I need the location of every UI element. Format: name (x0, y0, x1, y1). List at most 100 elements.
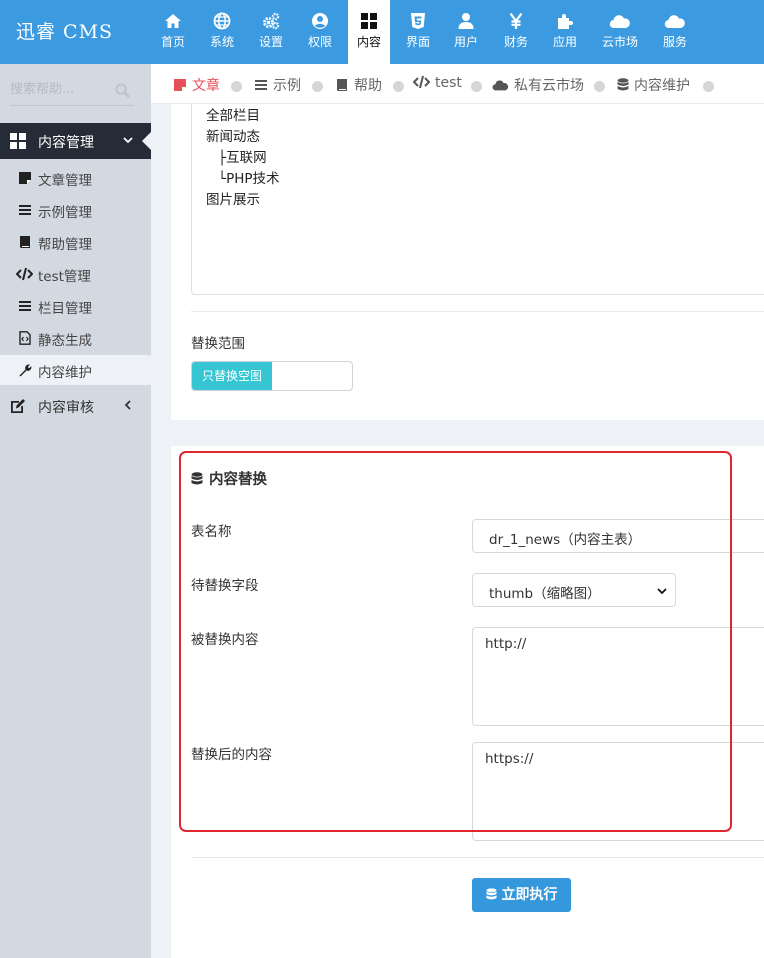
sidebar-item-test[interactable]: test管理 (0, 259, 151, 289)
nav-label: 首页 (160, 35, 185, 49)
chevron-down-icon (123, 137, 133, 144)
cloud-icon (492, 80, 509, 91)
sidebar-item-label: test管理 (38, 269, 91, 285)
replace-scope-toggle[interactable]: 只替换空图 (191, 361, 353, 391)
code-icon (16, 267, 33, 281)
sidebar-item-examples[interactable]: 示例管理 (0, 195, 151, 225)
user-icon (458, 13, 474, 29)
search-input[interactable] (10, 74, 110, 104)
cogs-icon (263, 12, 280, 30)
module-tab-bar: 文章 示例 帮助 test 私有云市场 内容维护 (151, 64, 764, 104)
category-multiselect[interactable]: 全部栏目 新闻动态 ├互联网 └PHP技术 图片展示 (191, 104, 764, 295)
tab-label: 私有云市场 (514, 78, 584, 94)
tab-help[interactable]: 帮助 (335, 75, 382, 95)
nav-services[interactable]: 服务 (651, 0, 699, 64)
tab-articles[interactable]: 文章 (173, 75, 220, 95)
html5-icon (411, 13, 425, 29)
chevron-left-icon (124, 400, 131, 410)
nav-system[interactable]: 系统 (198, 0, 246, 64)
nav-label: 权限 (307, 35, 332, 49)
tab-private-cloud-market[interactable]: 私有云市场 (492, 75, 584, 95)
sidebar-item-label: 内容维护 (38, 365, 92, 381)
tab-label: 文章 (192, 78, 220, 94)
nav-interface[interactable]: 界面 (394, 0, 442, 64)
cloud-icon (609, 15, 630, 29)
puzzle-icon (558, 14, 573, 29)
edit-icon (11, 399, 25, 413)
code-icon (413, 75, 430, 89)
tab-label: 内容维护 (634, 78, 690, 94)
globe-icon (213, 12, 231, 30)
sidebar-item-content-maintenance[interactable]: 内容维护 (0, 355, 151, 385)
tab-label: test (435, 75, 462, 91)
user-circle-icon (312, 13, 328, 29)
sidebar-item-help[interactable]: 帮助管理 (0, 227, 151, 257)
sidebar-item-label: 示例管理 (38, 205, 92, 221)
tab-separator-dot (471, 81, 482, 92)
category-option[interactable]: 图片展示 (206, 188, 260, 208)
sidebar-item-label: 栏目管理 (38, 301, 92, 317)
nav-home[interactable]: 首页 (149, 0, 197, 64)
book-icon (20, 236, 30, 248)
tab-separator-dot (393, 81, 404, 92)
nav-apps[interactable]: 应用 (541, 0, 589, 64)
tab-content-maintenance[interactable]: 内容维护 (617, 75, 690, 95)
nav-label: 用户 (453, 35, 478, 49)
database-icon (485, 888, 497, 900)
sidebar-group-content-review[interactable]: 内容审核 (0, 388, 151, 424)
divider (191, 857, 764, 858)
search-icon[interactable] (115, 83, 130, 98)
tab-examples[interactable]: 示例 (254, 75, 301, 95)
database-icon (617, 78, 629, 91)
sidebar-search (10, 74, 134, 106)
nav-label: 应用 (552, 35, 577, 49)
sidebar: 内容管理 文章管理 示例管理 帮助管理 test管理 栏目管理 静态生成 内容维… (0, 64, 152, 958)
tab-label: 帮助 (354, 78, 382, 94)
sidebar-item-articles[interactable]: 文章管理 (0, 163, 151, 193)
active-indicator (142, 131, 152, 151)
book-icon (337, 79, 347, 91)
category-option[interactable]: 新闻动态 (206, 125, 260, 145)
category-option[interactable]: ├互联网 (218, 146, 267, 166)
top-navbar: 迅睿 CMS 首页 系统 设置 权限 内容 界面 用户 财务 应用 云市场 服务 (0, 0, 764, 64)
execute-button[interactable]: 立即执行 (472, 878, 571, 912)
app-logo[interactable]: 迅睿 CMS (16, 17, 113, 44)
sidebar-group-label: 内容管理 (38, 135, 94, 151)
sidebar-group-content-management[interactable]: 内容管理 (0, 123, 152, 159)
tab-separator-dot (594, 81, 605, 92)
nav-label: 系统 (209, 35, 234, 49)
nav-label: 设置 (258, 35, 283, 49)
file-code-icon (19, 331, 31, 345)
nav-permissions[interactable]: 权限 (296, 0, 344, 64)
list-icon (255, 80, 267, 90)
home-icon (165, 14, 181, 28)
tab-test[interactable]: test (413, 75, 462, 91)
wrench-icon (19, 364, 32, 377)
execute-button-label: 立即执行 (501, 887, 558, 903)
list-icon (19, 205, 31, 215)
highlight-annotation-box (179, 451, 732, 832)
sidebar-item-categories[interactable]: 栏目管理 (0, 291, 151, 321)
sidebar-item-label: 静态生成 (38, 333, 92, 349)
sidebar-item-label: 文章管理 (38, 173, 92, 189)
th-large-icon (10, 133, 26, 149)
nav-label: 内容 (356, 35, 381, 49)
category-option[interactable]: └PHP技术 (218, 167, 280, 187)
sticky-note-icon (19, 172, 31, 184)
nav-cloud-market[interactable]: 云市场 (596, 0, 644, 64)
replace-scope-label: 替换范围 (191, 336, 245, 352)
cloud-icon (664, 15, 685, 29)
nav-finance[interactable]: 财务 (492, 0, 540, 64)
category-option[interactable]: 全部栏目 (206, 104, 260, 124)
nav-users[interactable]: 用户 (442, 0, 490, 64)
nav-label: 财务 (503, 35, 528, 49)
sidebar-item-static-generation[interactable]: 静态生成 (0, 323, 151, 353)
nav-label: 云市场 (601, 35, 638, 49)
batch-settings-panel: 全部栏目 新闻动态 ├互联网 └PHP技术 图片展示 替换范围 只替换空图 (171, 104, 764, 420)
nav-content[interactable]: 内容 (348, 0, 390, 64)
nav-label: 服务 (662, 35, 687, 49)
yen-icon (509, 12, 523, 29)
nav-settings[interactable]: 设置 (247, 0, 295, 64)
th-large-icon (361, 13, 377, 29)
list-icon (19, 301, 31, 311)
